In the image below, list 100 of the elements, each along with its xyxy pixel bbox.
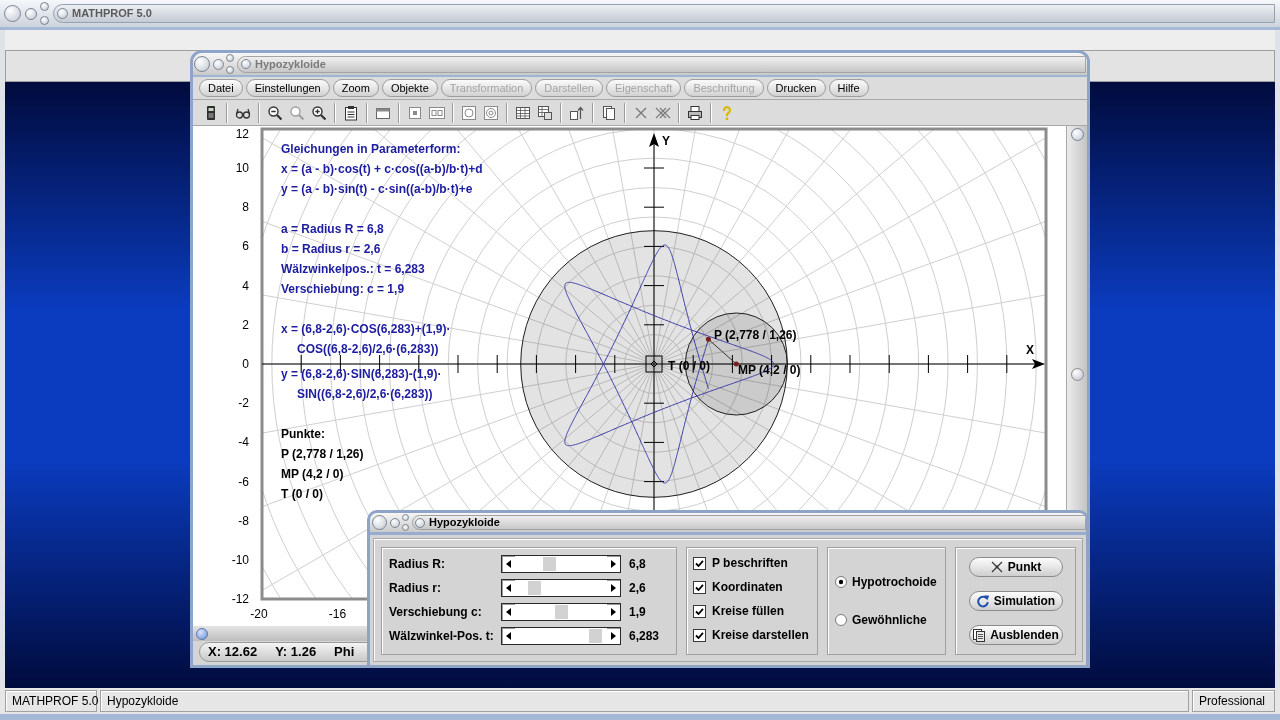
axis-tick-label: -6 xyxy=(237,473,249,490)
table-chart-icon[interactable] xyxy=(537,104,553,121)
status-text: Y: 1.26 xyxy=(275,643,317,662)
axis-tick-label: -2 xyxy=(237,395,249,412)
point-text: P (2,778 / 1,26) xyxy=(281,446,365,463)
scrollbar-thumb[interactable] xyxy=(1070,368,1084,381)
checkbox-label[interactable]: Koordinaten xyxy=(712,578,783,596)
status-text: Phi xyxy=(334,643,355,662)
pages-icon[interactable] xyxy=(601,104,617,121)
axis-tick-label: 8 xyxy=(241,199,249,216)
zoom-out-icon[interactable] xyxy=(267,104,283,121)
action-button[interactable]: Simulation xyxy=(968,591,1063,611)
slider[interactable] xyxy=(501,555,621,573)
parameter-text: Wälzwinkelpos.: t = 6,283 xyxy=(281,261,426,278)
status-text: X: 12.62 xyxy=(208,643,258,662)
axis-tick-label: 0 xyxy=(241,356,249,372)
axis-tick-label: -12 xyxy=(230,591,249,608)
checkbox[interactable] xyxy=(693,556,706,570)
slider-label: Radius R: xyxy=(389,556,446,573)
slider[interactable] xyxy=(501,627,621,645)
slider-label: Wälzwinkel-Pos. t: xyxy=(389,628,495,645)
formula-text: x = (6,8-2,6)·COS(6,283)+(1,9)· COS((6,8-2,6)/2,6·(6,283)) xyxy=(281,321,452,358)
magnifier-icon[interactable] xyxy=(289,104,305,121)
axis-tick-label: -4 xyxy=(237,434,249,451)
slider[interactable] xyxy=(501,603,621,621)
checkbox[interactable] xyxy=(693,604,706,618)
round-button-icon[interactable] xyxy=(415,517,425,528)
round-button-icon[interactable] xyxy=(1070,128,1084,141)
round-button-icon[interactable] xyxy=(194,56,210,72)
square-icon[interactable] xyxy=(407,104,423,121)
checkbox[interactable] xyxy=(693,628,706,642)
radio-button[interactable] xyxy=(835,576,847,588)
axis-tick-label: 12 xyxy=(234,126,249,142)
formula-text: y = (6,8-2,6)·SIN(6,283)-(1,9)· SIN((6,8-2,6)/2,6·(6,283)) xyxy=(281,366,443,403)
checkbox[interactable] xyxy=(693,580,706,594)
documents-icon xyxy=(972,628,987,642)
clipboard-icon[interactable] xyxy=(343,104,359,121)
slider-thumb[interactable] xyxy=(527,581,541,595)
left-arrow-icon[interactable] xyxy=(506,584,511,592)
menu-item[interactable]: Drucken xyxy=(766,79,826,97)
checkbox-label[interactable]: Kreise füllen xyxy=(712,602,785,620)
round-button-icon[interactable] xyxy=(390,517,400,528)
radio-label[interactable]: Gewöhnliche xyxy=(852,611,927,629)
printer-icon[interactable] xyxy=(687,104,703,121)
cross-icon xyxy=(989,560,1004,574)
menu-item[interactable]: Hilfe xyxy=(828,79,869,97)
axis-tick-label: 2 xyxy=(241,316,249,333)
radio-label[interactable]: Hypotrochoide xyxy=(852,573,937,591)
round-button-icon[interactable] xyxy=(372,515,387,530)
parameter-text: Verschiebung: c = 1,9 xyxy=(281,281,406,298)
left-arrow-icon[interactable] xyxy=(506,560,511,568)
table-icon[interactable] xyxy=(515,104,531,121)
status-section: Professional xyxy=(1192,690,1275,712)
menu-item[interactable]: Zoom xyxy=(332,79,379,97)
right-arrow-icon[interactable] xyxy=(611,632,616,640)
menu-item[interactable]: Einstellungen xyxy=(245,79,330,97)
axis-tick-label: -10 xyxy=(230,552,249,568)
right-arrow-icon[interactable] xyxy=(611,560,616,568)
slider-thumb[interactable] xyxy=(554,605,568,619)
action-button[interactable]: Punkt xyxy=(968,557,1063,577)
menu-item[interactable]: Objekte xyxy=(381,79,438,97)
origin-marker xyxy=(645,355,663,373)
status-section: MATHPROF 5.0 xyxy=(5,690,97,712)
round-button-icon[interactable] xyxy=(4,5,21,22)
slider-label: Radius r: xyxy=(389,580,442,597)
left-arrow-icon[interactable] xyxy=(506,608,511,616)
radio-button[interactable] xyxy=(835,614,847,626)
slider-thumb[interactable] xyxy=(589,629,603,643)
status-section: Hypozykloide xyxy=(100,690,1189,712)
action-button[interactable]: Ausblenden xyxy=(968,625,1063,645)
double-ring-icon[interactable] xyxy=(483,104,499,121)
equation-text: y = (a - b)·sin(t) - c·sin((a-b)/b·t)+e xyxy=(281,181,474,198)
slider-thumb[interactable] xyxy=(543,557,557,571)
round-button-icon[interactable] xyxy=(57,8,68,19)
round-button-icon[interactable] xyxy=(213,58,224,70)
axis-tick-label: -20 xyxy=(249,606,269,622)
zoom-in-icon[interactable] xyxy=(311,104,327,121)
window-title: Hypozykloide xyxy=(255,56,326,72)
axis-tick-label: -16 xyxy=(327,606,348,622)
axis-tick-label: 10 xyxy=(234,160,249,176)
right-arrow-icon[interactable] xyxy=(611,608,616,616)
window-title: MATHPROF 5.0 xyxy=(72,6,152,22)
slider[interactable] xyxy=(501,579,621,597)
box-arrow-icon[interactable] xyxy=(569,104,585,121)
checkbox-label[interactable]: Kreise darstellen xyxy=(712,626,809,644)
axis-title: X xyxy=(1026,342,1034,358)
menu-item[interactable]: Datei xyxy=(199,79,243,97)
point-marker xyxy=(705,336,711,342)
ring-icon[interactable] xyxy=(461,104,477,121)
point-marker xyxy=(733,361,739,367)
double-square-icon[interactable] xyxy=(429,104,445,121)
axis-tick-label: 6 xyxy=(241,238,249,255)
scrollbar-thumb[interactable] xyxy=(196,627,208,640)
left-arrow-icon[interactable] xyxy=(506,632,511,640)
point-text: MP (4,2 / 0) xyxy=(281,466,345,483)
right-arrow-icon[interactable] xyxy=(611,584,616,592)
point-text: T (0 / 0) xyxy=(281,486,324,503)
round-button-icon[interactable] xyxy=(25,7,37,20)
slider-value: 6,283 xyxy=(629,628,660,645)
checkbox-label[interactable]: P beschriften xyxy=(712,554,788,572)
